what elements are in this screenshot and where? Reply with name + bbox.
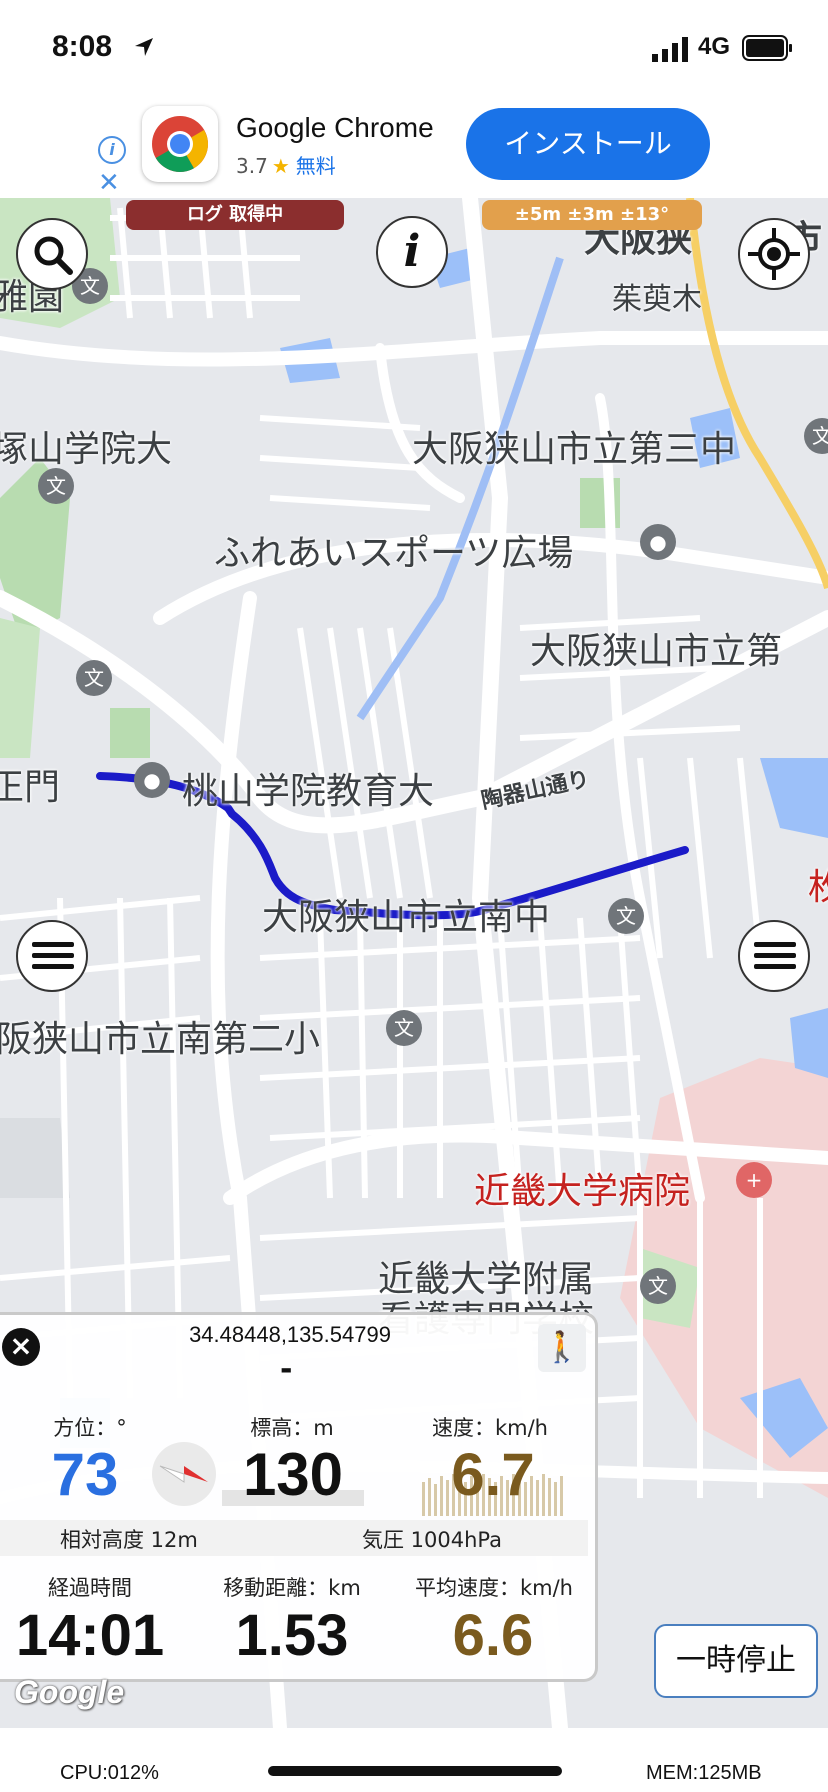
map-label: 枚: [808, 867, 828, 908]
crosshair-icon: [748, 228, 800, 280]
accuracy-badge: ±5m ±3m ±13°: [482, 200, 702, 230]
menu-icon: [32, 942, 74, 969]
map-label: 桃山学院教育大: [182, 771, 435, 812]
avg-speed-label: 平均速度：km/h: [414, 1576, 573, 1600]
map-label: 大阪狭山市立南中: [262, 897, 551, 938]
map-label-hospital: 近畿大学病院: [474, 1171, 691, 1212]
right-menu-button[interactable]: [738, 920, 810, 992]
relative-altitude: 相対高度 12m: [60, 1528, 198, 1552]
network-type: 4G: [698, 33, 731, 60]
search-button[interactable]: [16, 218, 88, 290]
speed-value: 6.7: [451, 1441, 535, 1508]
coordinates: 34.48448,135.54799: [189, 1322, 391, 1347]
menu-icon: [754, 942, 796, 969]
distance-label: 移動距離：km: [223, 1576, 361, 1600]
battery-icon: [742, 35, 792, 61]
map-label: 茱萸木: [612, 282, 702, 317]
location-arrow-icon: [135, 38, 153, 56]
address-text: -: [280, 1352, 293, 1387]
log-status-badge: ログ 取得中: [126, 200, 344, 230]
install-button[interactable]: インストール: [466, 108, 710, 180]
place-pin-icon[interactable]: ●: [134, 762, 170, 798]
hospital-pin-icon[interactable]: +: [736, 1162, 772, 1198]
school-pin-icon[interactable]: 文: [38, 468, 74, 504]
map-label: 正門: [0, 767, 61, 808]
ad-rating: 3.7 ★ 無料: [236, 154, 336, 178]
speed-label: 速度：km/h: [431, 1416, 548, 1440]
bearing-value: 73: [51, 1441, 119, 1508]
chrome-app-icon: [142, 106, 218, 182]
distance-value: 1.53: [235, 1603, 349, 1668]
status-bar: 8:08 4G: [0, 0, 828, 100]
info-button[interactable]: i: [376, 216, 448, 288]
place-pin-icon[interactable]: ●: [640, 524, 676, 560]
ad-app-name: Google Chrome: [236, 112, 434, 143]
bearing-label: 方位：°: [53, 1416, 127, 1440]
pause-button[interactable]: 一時停止: [654, 1624, 818, 1698]
ad-price: 無料: [295, 154, 336, 178]
google-logo: Google: [14, 1674, 125, 1710]
left-menu-button[interactable]: [16, 920, 88, 992]
school-pin-icon[interactable]: 文: [76, 660, 112, 696]
star-icon: ★: [271, 154, 290, 178]
ad-close-icon[interactable]: ✕: [98, 168, 120, 198]
memory-usage: MEM:125MB: [646, 1762, 762, 1784]
search-icon: [34, 236, 73, 275]
clock: 8:08: [52, 30, 113, 63]
pressure-value: 気圧 1004hPa: [362, 1528, 503, 1552]
map-label: ふれあいスポーツ広場: [214, 533, 574, 574]
school-pin-icon[interactable]: 文: [640, 1268, 676, 1304]
walking-icon[interactable]: 🚶: [538, 1324, 586, 1372]
avg-speed-value: 6.6: [452, 1603, 534, 1668]
signal-icon: [652, 37, 688, 62]
close-icon[interactable]: ×: [2, 1328, 40, 1366]
compass-icon: [152, 1442, 216, 1506]
my-location-button[interactable]: [738, 218, 810, 290]
ad-info-icon[interactable]: i: [98, 136, 126, 164]
home-indicator[interactable]: [268, 1766, 562, 1776]
school-pin-icon[interactable]: 文: [386, 1010, 422, 1046]
map-label: 塚山学院大: [0, 429, 173, 470]
map-label: 阪狭山市立南第二小: [0, 1019, 321, 1060]
map-label: 大阪狭山市立第: [530, 631, 783, 672]
elapsed-value: 14:01: [15, 1603, 165, 1668]
elapsed-label: 経過時間: [48, 1576, 132, 1600]
elevation-value: 130: [242, 1441, 344, 1508]
cpu-usage: CPU:012%: [60, 1762, 159, 1784]
elevation-label: 標高：m: [250, 1416, 334, 1440]
map-label: 大阪狭山市立第三中: [412, 429, 737, 470]
school-pin-icon[interactable]: 文: [608, 898, 644, 934]
